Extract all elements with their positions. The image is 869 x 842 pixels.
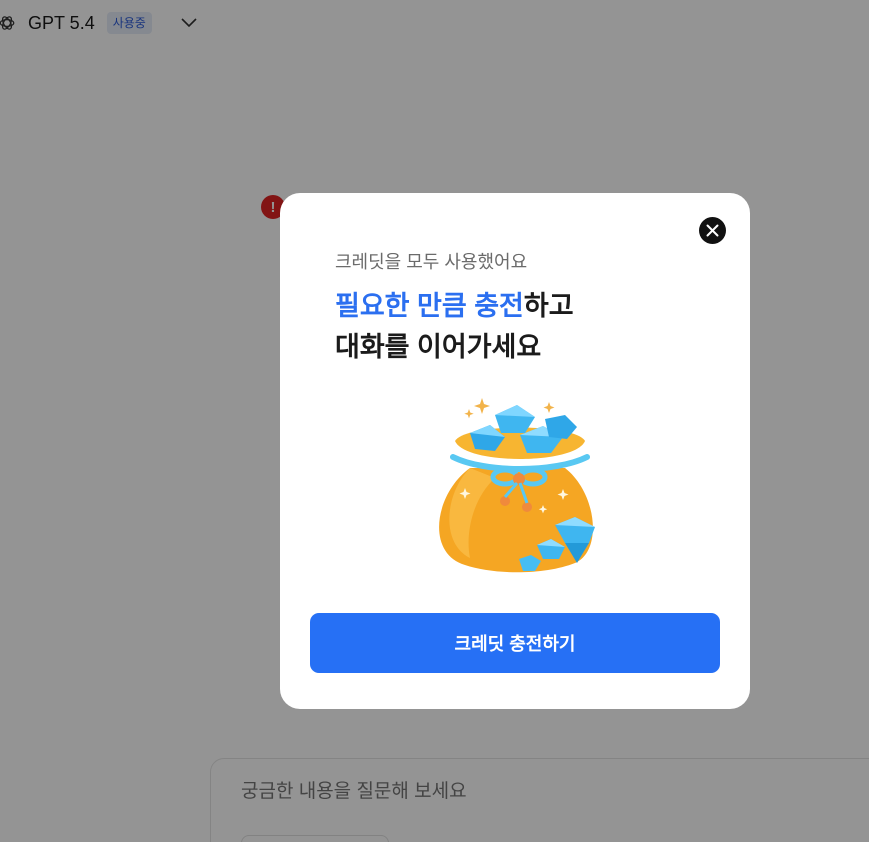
headline-accent: 필요한 만큼 충전 [335,291,524,321]
close-button[interactable] [699,217,726,244]
headline-line1-rest: 하고 [523,291,574,321]
headline-line2: 대화를 이어가세요 [335,332,542,362]
modal-subtitle: 크레딧을 모두 사용했어요 [335,252,528,272]
money-bag-illustration [425,393,615,583]
credit-exhausted-modal: 크레딧을 모두 사용했어요 필요한 만큼 충전하고 대화를 이어가세요 크레딧 … [280,193,750,709]
modal-headline: 필요한 만큼 충전하고 대화를 이어가세요 [335,286,574,368]
close-icon [706,224,719,237]
charge-credit-button[interactable]: 크레딧 충전하기 [310,613,720,673]
